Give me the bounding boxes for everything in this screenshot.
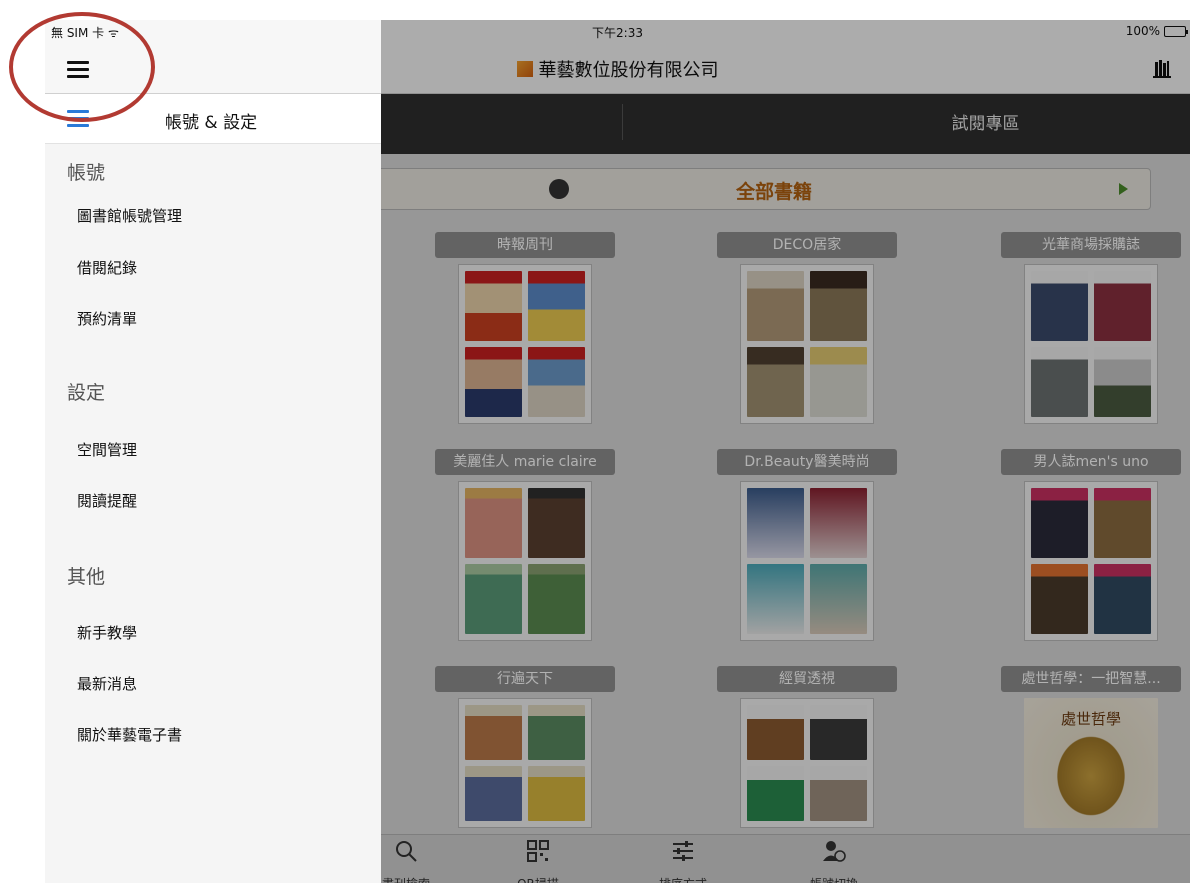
user-switch-icon [823,841,846,862]
drawer-menu: 帳號 圖書館帳號管理 借閱紀錄 預約清單 設定 空間管理 閱讀提醒 其他 新手教… [45,144,381,883]
magazine-title: 美麗佳人 marie claire [435,449,615,475]
battery-status: 100% [1125,24,1188,38]
drawer-hamburger-icon[interactable] [65,107,91,129]
magazine-cover: 處世哲學 [1024,698,1158,828]
magazine-card[interactable]: 光華商場採購誌 [1001,232,1181,424]
play-icon[interactable] [1119,183,1128,195]
app-title: 華藝數位股份有限公司 [45,56,1190,82]
magazine-card[interactable]: 行遍天下 [435,666,615,828]
magazine-covers[interactable] [458,481,592,641]
qr-code-icon [527,840,549,862]
magazine-card[interactable]: 經貿透視 [717,666,897,828]
menu-item-news[interactable]: 最新消息 [77,669,367,699]
tab-divider [622,104,623,140]
toolbar-label: 帳號切換 [789,875,879,883]
sliders-icon [673,841,693,861]
magazine-title: 男人誌men's uno [1001,449,1181,475]
drawer-title: 帳號 & 設定 [165,113,258,133]
sort-button[interactable]: 排序方式 [638,835,728,883]
section-title-settings: 設定 [67,382,106,404]
section-title-account: 帳號 [67,162,106,184]
magazine-covers[interactable] [1024,481,1158,641]
section-title-other: 其他 [67,566,106,588]
magazine-covers[interactable] [458,264,592,424]
menu-item-space-management[interactable]: 空間管理 [77,435,367,465]
magazine-covers[interactable] [458,698,592,828]
status-bar: 無 SIM 卡 ᯤ 下午2:33 100% [45,20,1190,44]
magazine-covers[interactable] [740,698,874,828]
magazine-card[interactable]: 美麗佳人 marie claire [435,449,615,641]
tab-bar: 試閱專區 [381,94,1190,154]
magazine-card[interactable]: 處世哲學：一把智慧... 處世哲學 [1001,666,1181,828]
category-label: 全部書籍 [735,181,812,203]
account-switch-button[interactable]: 帳號切換 [789,835,879,883]
magazine-card[interactable]: DECO居家 [717,232,897,424]
app-title-text: 華藝數位股份有限公司 [538,60,719,81]
magazine-title: 行遍天下 [435,666,615,692]
navigation-bar: 華藝數位股份有限公司 [45,44,1190,94]
toolbar-label: QR掃描 [493,875,583,883]
magazine-card[interactable]: 男人誌men's uno [1001,449,1181,641]
bookshelf-content: 全部書籍 時報周刊 DECO居家 光華商場採購誌 美麗佳人 marie clai… [351,154,1190,834]
side-drawer: 帳號 & 設定 帳號 圖書館帳號管理 借閱紀錄 預約清單 設定 空間管理 閱讀提… [45,94,381,883]
bookshelf-icon[interactable] [1152,58,1172,80]
menu-item-about[interactable]: 關於華藝電子書 [77,720,367,750]
company-logo-icon [516,61,533,77]
app-screen: 無 SIM 卡 ᯤ 下午2:33 100% 華藝數位股份有限公司 試閱專區 全部… [45,20,1190,883]
magazine-title: 時報周刊 [435,232,615,258]
drawer-header: 帳號 & 設定 [45,94,381,144]
magazine-covers[interactable] [740,264,874,424]
tab-trial[interactable]: 試閱專區 [781,94,1190,154]
qr-scan-button[interactable]: QR掃描 [493,835,583,883]
magazine-covers[interactable] [1024,264,1158,424]
battery-icon [1164,25,1188,37]
magazine-title: Dr.Beauty醫美時尚 [717,449,897,475]
clock: 下午2:33 [592,26,643,40]
magazine-title: 處世哲學：一把智慧... [1001,666,1181,692]
menu-item-reservations[interactable]: 預約清單 [77,304,367,334]
menu-item-tutorial[interactable]: 新手教學 [77,618,367,648]
magazine-covers[interactable] [740,481,874,641]
bottom-toolbar: 書刊檢索 QR掃描 排序方式 帳號切換 [381,834,1190,883]
magazine-title: 經貿透視 [717,666,897,692]
magazine-card[interactable]: 時報周刊 [435,232,615,424]
magazine-title: DECO居家 [717,232,897,258]
magazine-card[interactable]: Dr.Beauty醫美時尚 [717,449,897,641]
battery-percent: 100% [1125,24,1160,38]
menu-item-reading-reminder[interactable]: 閱讀提醒 [77,486,367,516]
category-selector[interactable]: 全部書籍 [351,168,1151,210]
search-icon [396,841,417,862]
magazine-title: 光華商場採購誌 [1001,232,1181,258]
menu-item-borrow-history[interactable]: 借閱紀錄 [77,253,367,283]
menu-item-library-account[interactable]: 圖書館帳號管理 [77,201,367,231]
toolbar-label: 排序方式 [638,875,728,883]
magazine-covers[interactable]: 處世哲學 [1024,698,1158,828]
